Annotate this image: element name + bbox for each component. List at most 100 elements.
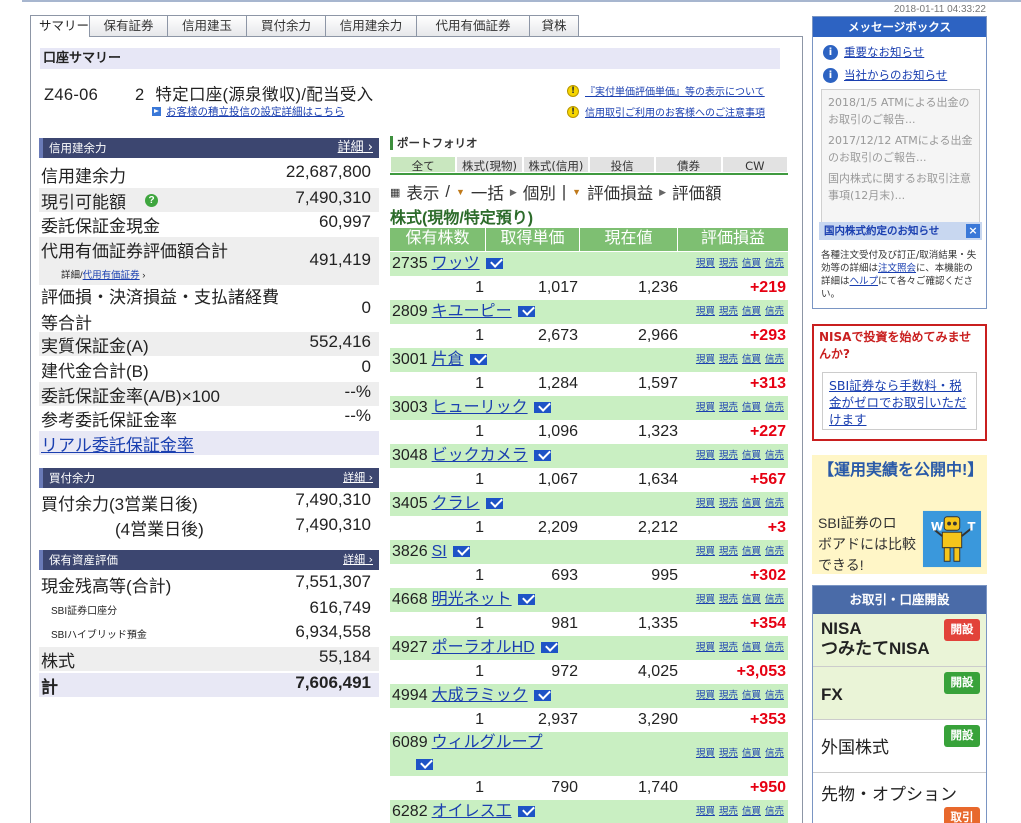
trade-action-link[interactable]: 現買 <box>696 306 715 317</box>
stock-name-link[interactable]: 片倉 <box>432 351 464 368</box>
trade-action-link[interactable]: 信買 <box>742 748 761 759</box>
realtime-margin-link[interactable]: リアル委託保証金率 <box>41 431 194 456</box>
trade-action-link[interactable]: 信売 <box>765 354 784 365</box>
mail-icon[interactable] <box>485 498 503 509</box>
trade-action-link[interactable]: 現売 <box>719 402 738 413</box>
trade-action-link[interactable]: 現買 <box>696 806 715 817</box>
message-item[interactable]: 国内株式に関するお取引注意事項(12月末)... <box>828 170 973 204</box>
company-notice-link[interactable]: 当社からのお知らせ <box>844 67 947 83</box>
trade-action-link[interactable]: 信買 <box>742 402 761 413</box>
notice-credit-caution-link[interactable]: 信用取引ご利用のお客様へのご注意事項 <box>585 104 765 119</box>
tab-collateral[interactable]: 代用有価証券 <box>416 15 530 36</box>
trade-action-link[interactable]: 現売 <box>719 498 738 509</box>
mail-icon[interactable] <box>533 690 551 701</box>
stock-name-link[interactable]: ウィルグループ <box>432 732 552 754</box>
stock-name-link[interactable]: SI <box>432 543 447 560</box>
mail-icon[interactable] <box>533 450 551 461</box>
tab-lending[interactable]: 貸株 <box>529 15 579 36</box>
trade-action-link[interactable]: 信売 <box>765 546 784 557</box>
trade-action-link[interactable]: 信買 <box>742 498 761 509</box>
close-icon[interactable]: × <box>966 224 980 238</box>
fund-settings-link[interactable]: お客様の積立投信の設定詳細はこちら <box>166 104 345 119</box>
bulk-option[interactable]: 一括 <box>471 180 504 204</box>
stock-name-link[interactable]: ヒューリック <box>432 399 528 416</box>
value-option[interactable]: 評価額 <box>672 180 722 204</box>
trade-action-link[interactable]: 現買 <box>696 690 715 701</box>
credit-detail-link[interactable]: 詳細 <box>338 138 373 158</box>
trade-action-link[interactable]: 信買 <box>742 546 761 557</box>
fx-open-button[interactable]: 開設 <box>944 672 980 694</box>
nisa-open-button[interactable]: 開設 <box>944 619 980 641</box>
stock-name-link[interactable]: ビックカメラ <box>432 447 528 464</box>
trade-action-link[interactable]: 信売 <box>765 258 784 269</box>
trade-action-link[interactable]: 信売 <box>765 748 784 759</box>
stock-name-link[interactable]: 大成ラミック <box>432 687 528 704</box>
trade-action-link[interactable]: 現買 <box>696 642 715 653</box>
stock-name-link[interactable]: ポーラオルHD <box>432 639 535 656</box>
trade-action-link[interactable]: 現買 <box>696 258 715 269</box>
trade-action-link[interactable]: 信買 <box>742 642 761 653</box>
trade-action-link[interactable]: 現買 <box>696 450 715 461</box>
stock-name-link[interactable]: 明光ネット <box>432 591 512 608</box>
pf-tab-all[interactable]: 全て <box>390 156 457 173</box>
mail-icon[interactable] <box>517 594 535 605</box>
trade-action-link[interactable]: 現売 <box>719 642 738 653</box>
trade-action-link[interactable]: 信売 <box>765 642 784 653</box>
trade-action-link[interactable]: 信買 <box>742 690 761 701</box>
pf-tab-bonds[interactable]: 債券 <box>655 156 722 173</box>
trade-action-link[interactable]: 信買 <box>742 806 761 817</box>
mail-icon[interactable] <box>416 759 433 770</box>
nisa-banner[interactable]: NISAで投資を始めてみませんか? SBI証券なら手数料・税金がゼロでお取引いた… <box>812 324 987 441</box>
individual-option[interactable]: 個別 <box>523 180 556 204</box>
trade-action-link[interactable]: 現買 <box>696 354 715 365</box>
pf-tab-funds[interactable]: 投信 <box>588 156 656 173</box>
help-icon[interactable]: ? <box>145 194 158 207</box>
trade-action-link[interactable]: 信売 <box>765 450 784 461</box>
help-link[interactable]: ヘルプ <box>850 276 879 287</box>
collateral-detail-link[interactable]: 代用有価証券 <box>83 270 140 281</box>
trade-action-link[interactable]: 現売 <box>719 806 738 817</box>
trade-action-link[interactable]: 信買 <box>742 258 761 269</box>
pf-tab-spot[interactable]: 株式(現物) <box>456 156 523 173</box>
stock-name-link[interactable]: クラレ <box>432 495 480 512</box>
tab-credit-positions[interactable]: 信用建玉 <box>167 15 247 36</box>
message-item[interactable]: 2017/12/12 ATMによる出金のお取引のご報告... <box>828 132 973 166</box>
trade-action-link[interactable]: 現売 <box>719 594 738 605</box>
tab-summary[interactable]: サマリー <box>30 15 90 37</box>
robo-advisor-banner[interactable]: 【運用実績を公開中!】 SBI証券のロ ボアドには比較 できる! W T <box>812 455 987 574</box>
trade-action-link[interactable]: 現売 <box>719 258 738 269</box>
trade-action-link[interactable]: 現売 <box>719 748 738 759</box>
nisa-link[interactable]: SBI証券なら手数料・税金がゼロでお取引いただけます <box>829 378 967 427</box>
trade-action-link[interactable]: 信売 <box>765 690 784 701</box>
stock-name-link[interactable]: ワッツ <box>432 255 480 272</box>
mail-icon[interactable] <box>485 258 503 269</box>
pl-option[interactable]: 評価損益 <box>587 180 653 204</box>
pf-tab-margin[interactable]: 株式(信用) <box>522 156 589 173</box>
assets-detail-link[interactable]: 詳細 <box>343 550 373 570</box>
trade-action-link[interactable]: 信買 <box>742 594 761 605</box>
stock-name-link[interactable]: キユーピー <box>432 303 512 320</box>
trade-action-link[interactable]: 信売 <box>765 806 784 817</box>
order-inquiry-link[interactable]: 注文照会 <box>878 263 916 274</box>
trade-action-link[interactable]: 信買 <box>742 354 761 365</box>
futures-trade-button[interactable]: 取引 <box>944 807 980 823</box>
trade-action-link[interactable]: 信売 <box>765 594 784 605</box>
trade-action-link[interactable]: 現売 <box>719 450 738 461</box>
trade-action-link[interactable]: 現売 <box>719 306 738 317</box>
trade-action-link[interactable]: 信売 <box>765 498 784 509</box>
foreign-stock-open-button[interactable]: 開設 <box>944 725 980 747</box>
message-item[interactable]: 2018/1/5 ATMによる出金のお取引のご報告... <box>828 94 973 128</box>
mail-icon[interactable] <box>517 806 535 817</box>
trade-action-link[interactable]: 現買 <box>696 498 715 509</box>
trade-action-link[interactable]: 現売 <box>719 690 738 701</box>
trade-action-link[interactable]: 現売 <box>719 354 738 365</box>
mail-icon[interactable] <box>540 642 558 653</box>
trade-action-link[interactable]: 現買 <box>696 748 715 759</box>
notice-price-display-link[interactable]: 『実付単価評価単価』等の表示について <box>585 83 765 98</box>
trade-action-link[interactable]: 現買 <box>696 546 715 557</box>
tab-buying-power[interactable]: 買付余力 <box>246 15 326 36</box>
pf-tab-cw[interactable]: CW <box>721 156 788 173</box>
trade-action-link[interactable]: 信売 <box>765 402 784 413</box>
message-list[interactable]: 2018/1/5 ATMによる出金のお取引のご報告... 2017/12/12 … <box>821 89 980 229</box>
stock-name-link[interactable]: オイレス工 <box>432 803 512 820</box>
